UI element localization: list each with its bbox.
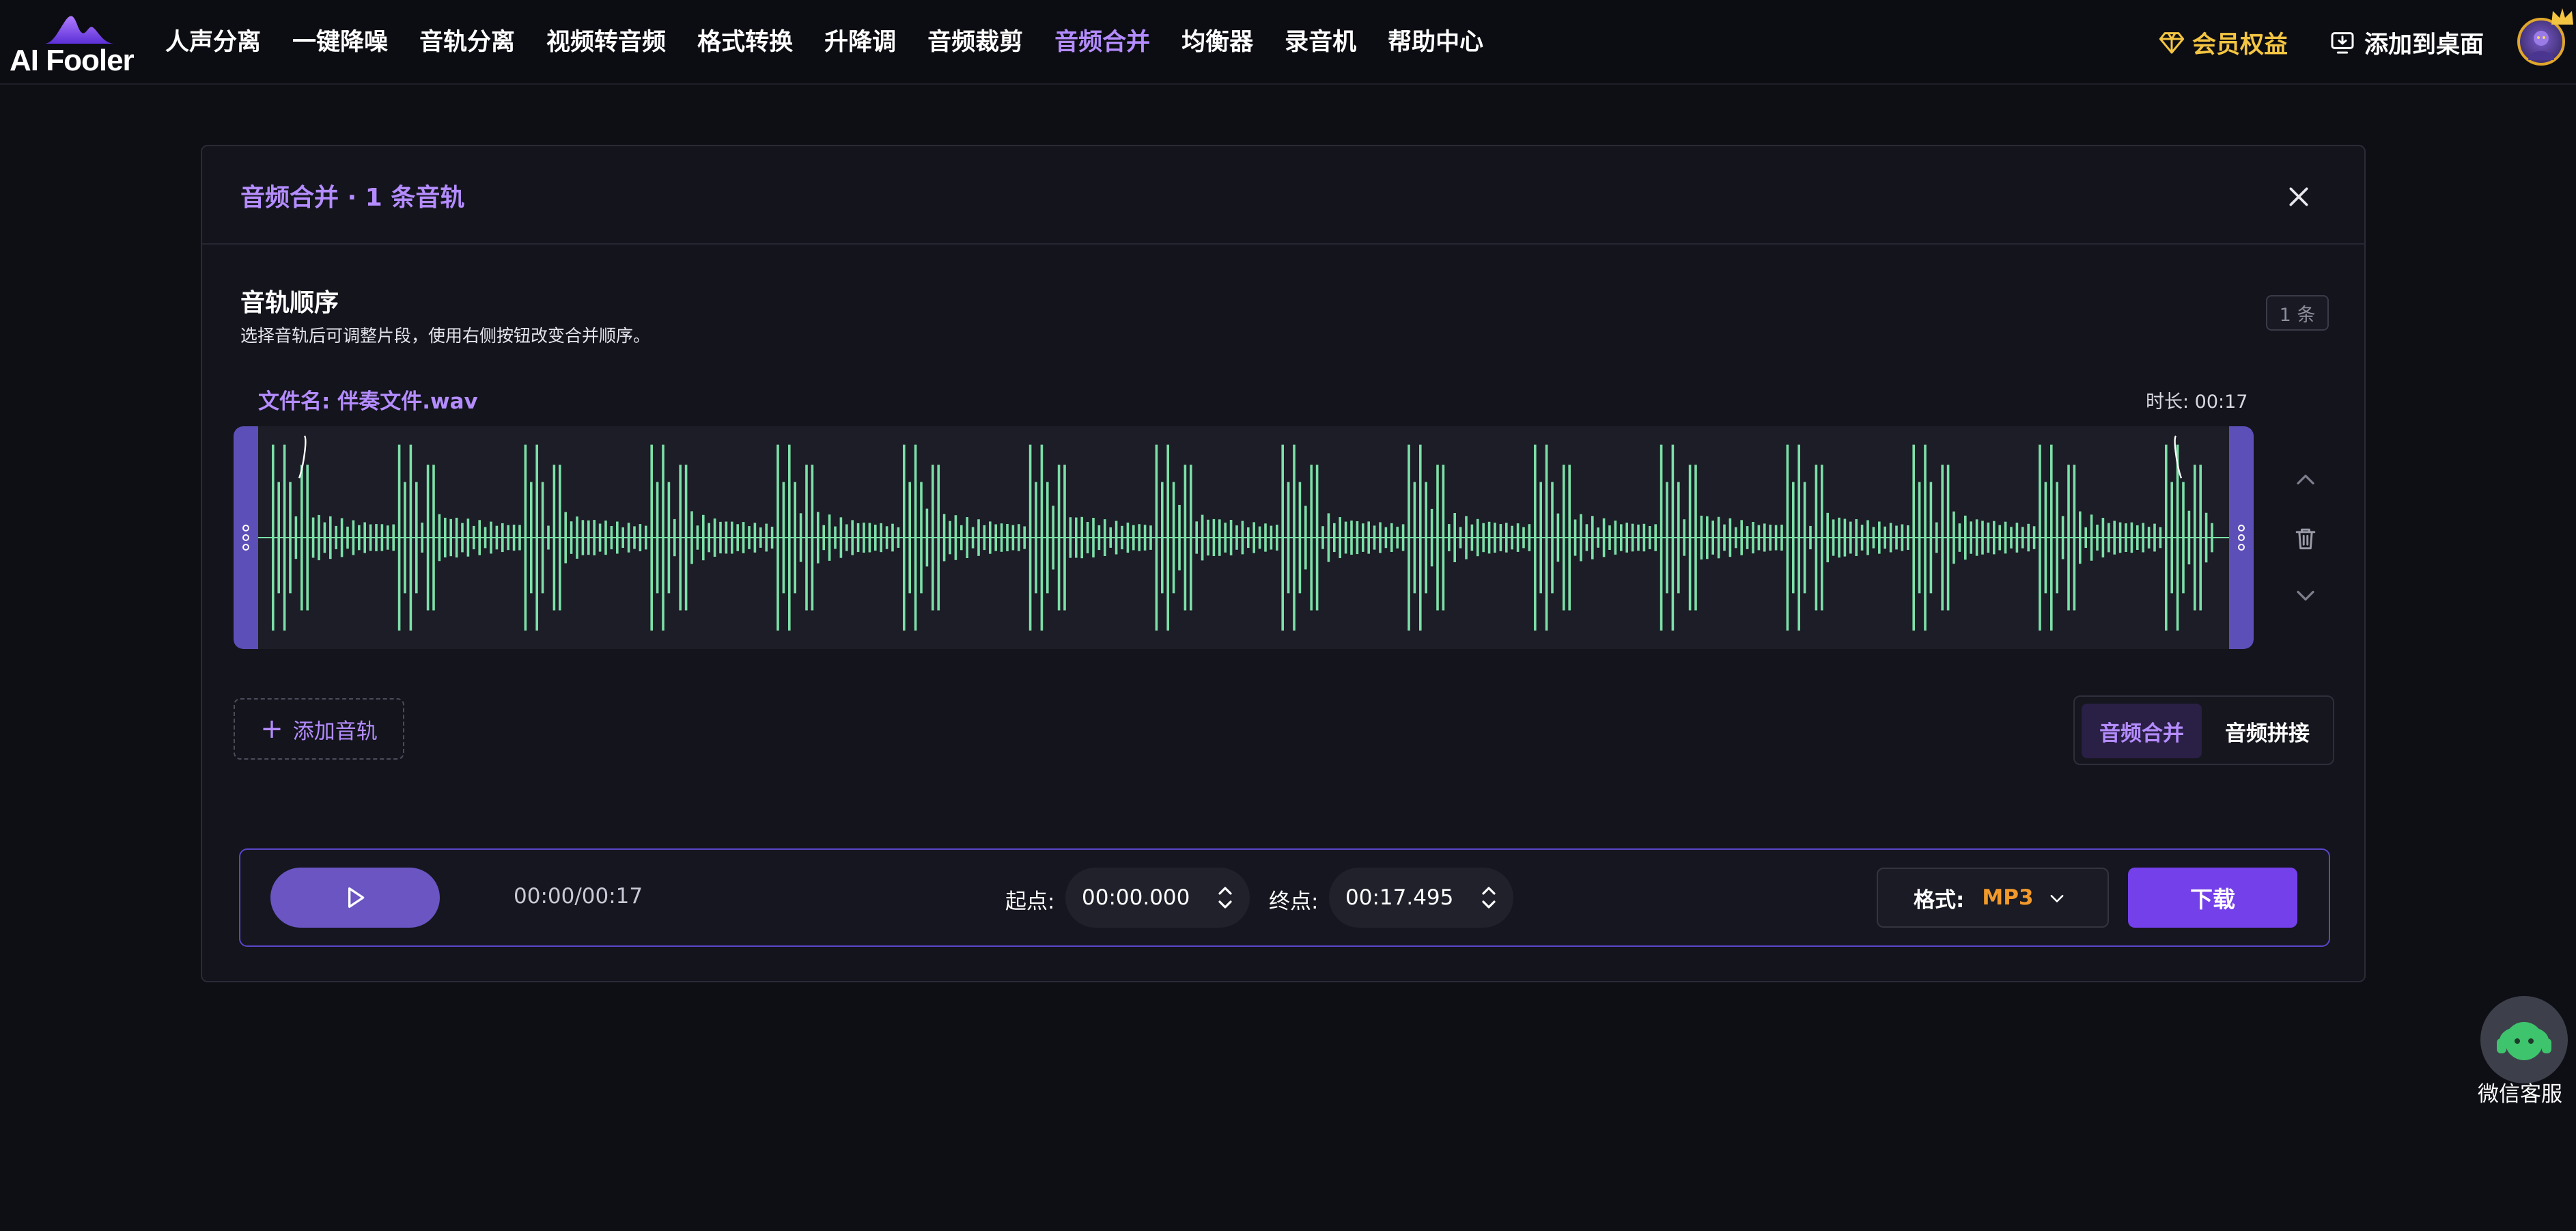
nav-item-audio-trim[interactable]: 音频裁剪	[927, 25, 1023, 60]
vip-benefits-link[interactable]: 会员权益	[2158, 25, 2288, 60]
top-navigation-bar: AI Fooler 人声分离 一键降噪 音轨分离 视频转音频 格式转换 升降调 …	[0, 0, 2576, 85]
nav-item-format-convert[interactable]: 格式转换	[697, 25, 793, 60]
merge-mode-switch: 音频合并 音频拼接	[2073, 695, 2334, 765]
nav-item-recorder[interactable]: 录音机	[1285, 25, 1356, 60]
playback-time: 00:00/00:17	[514, 884, 643, 909]
download-button[interactable]: 下载	[2128, 868, 2297, 928]
add-track-button[interactable]: + 添加音轨	[234, 698, 404, 760]
format-select[interactable]: 格式: MP3	[1877, 868, 2109, 928]
nav-item-pitch-shift[interactable]: 升降调	[824, 25, 896, 60]
panel-header: 音频合并 · 1 条音轨	[202, 146, 2364, 245]
trim-handle-end[interactable]	[2229, 426, 2254, 649]
play-icon	[348, 887, 365, 908]
start-time-input[interactable]: 00:00.000	[1065, 868, 1250, 928]
plus-icon: +	[260, 713, 283, 745]
mode-concat-button[interactable]: 音频拼接	[2207, 704, 2327, 758]
brand-name: AI Fooler	[10, 44, 135, 77]
track-duration: 时长: 00:17	[2146, 391, 2248, 413]
avatar-character-icon	[2528, 31, 2554, 60]
nav-item-audio-merge[interactable]: 音频合并	[1054, 25, 1150, 60]
start-label: 起点:	[1005, 889, 1055, 914]
add-to-desktop-link[interactable]: 添加到桌面	[2329, 25, 2484, 60]
nav-item-track-separation[interactable]: 音轨分离	[419, 25, 515, 60]
start-time-value: 00:00.000	[1082, 885, 1190, 910]
play-button[interactable]	[270, 868, 440, 928]
vip-label: 会员权益	[2192, 31, 2288, 59]
move-down-icon[interactable]	[2291, 581, 2321, 611]
format-value: MP3	[1982, 885, 2034, 910]
wechat-service-label: 微信客服	[2478, 1082, 2562, 1107]
diamond-icon	[2159, 32, 2185, 54]
headset-support-icon	[2497, 1022, 2551, 1060]
end-label: 终点:	[1269, 889, 1319, 914]
desktop-download-icon	[2331, 32, 2354, 54]
nav-item-equalizer[interactable]: 均衡器	[1181, 25, 1253, 60]
player-bar: 00:00/00:17 起点: 00:00.000 终点: 00:17.495 …	[239, 848, 2330, 947]
brand-logo[interactable]: AI Fooler	[10, 10, 135, 77]
audio-merge-panel: 音频合并 · 1 条音轨 音轨顺序 选择音轨后可调整片段，使用右侧按钮改变合并顺…	[201, 145, 2366, 982]
add-track-label: 添加音轨	[292, 719, 378, 744]
track-order-hint: 选择音轨后可调整片段，使用右侧按钮改变合并顺序。	[240, 326, 651, 346]
waveform-canvas	[258, 435, 2229, 631]
user-avatar[interactable]	[2517, 8, 2573, 66]
track-file-name: 文件名: 伴奏文件.wav	[258, 389, 478, 414]
track-waveform[interactable]	[234, 426, 2254, 649]
mode-merge-button[interactable]: 音频合并	[2082, 704, 2202, 758]
nav-item-denoise[interactable]: 一键降噪	[292, 25, 388, 60]
format-label: 格式:	[1914, 887, 1965, 913]
close-icon[interactable]	[2285, 183, 2312, 210]
nav-item-vocal-separation[interactable]: 人声分离	[165, 25, 261, 60]
chevron-down-icon	[2050, 895, 2064, 902]
track-order-title: 音轨顺序	[240, 289, 339, 317]
track-count-badge: 1 条	[2266, 295, 2329, 331]
main-nav: 人声分离 一键降噪 音轨分离 视频转音频 格式转换 升降调 音频裁剪 音频合并 …	[165, 25, 1515, 60]
wechat-service-button[interactable]	[2480, 996, 2568, 1083]
panel-title: 音频合并 · 1 条音轨	[240, 184, 465, 212]
start-stepper-icon[interactable]	[1217, 885, 1233, 910]
trim-handle-start[interactable]	[234, 426, 258, 649]
move-up-icon[interactable]	[2291, 465, 2321, 495]
end-time-value: 00:17.495	[1345, 885, 1454, 910]
end-time-input[interactable]: 00:17.495	[1329, 868, 1513, 928]
end-stepper-icon[interactable]	[1481, 885, 1497, 910]
add-desktop-label: 添加到桌面	[2364, 31, 2484, 59]
nav-item-help-center[interactable]: 帮助中心	[1388, 25, 1483, 60]
nav-item-video-to-audio[interactable]: 视频转音频	[546, 25, 666, 60]
logo-wave-icon	[45, 16, 113, 44]
delete-track-icon[interactable]	[2291, 523, 2321, 553]
